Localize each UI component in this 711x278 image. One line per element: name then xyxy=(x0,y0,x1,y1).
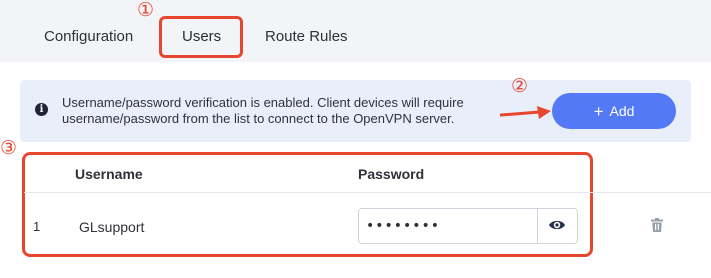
eye-icon[interactable] xyxy=(548,217,566,233)
row-index: 1 xyxy=(33,219,41,234)
column-header-password: Password xyxy=(358,166,425,182)
password-field-divider xyxy=(537,209,538,243)
plus-icon: + xyxy=(593,101,604,121)
info-message-line-2: username/password from the list to conne… xyxy=(62,111,455,126)
info-icon: i xyxy=(35,103,48,116)
tab-configuration[interactable]: Configuration xyxy=(44,28,133,45)
add-button-label: Add xyxy=(609,103,635,119)
info-message: Username/password verification is enable… xyxy=(62,95,522,127)
annotation-step-3: ③ xyxy=(0,137,18,159)
column-header-username: Username xyxy=(75,166,143,182)
header-divider xyxy=(24,192,711,193)
password-input[interactable] xyxy=(366,218,526,234)
tab-users[interactable]: Users xyxy=(182,28,221,45)
add-user-button[interactable]: + Add xyxy=(552,93,676,129)
annotation-step-1: ① xyxy=(137,0,155,21)
row-username: GLsupport xyxy=(79,219,145,235)
tab-route-rules[interactable]: Route Rules xyxy=(265,28,348,45)
tab-bar: Configuration Users Route Rules ① xyxy=(0,0,711,62)
trash-icon[interactable] xyxy=(651,218,663,232)
annotation-arrow-icon xyxy=(500,106,551,119)
info-message-line-1: Username/password verification is enable… xyxy=(62,95,464,110)
annotation-step-2: ② xyxy=(511,75,529,97)
